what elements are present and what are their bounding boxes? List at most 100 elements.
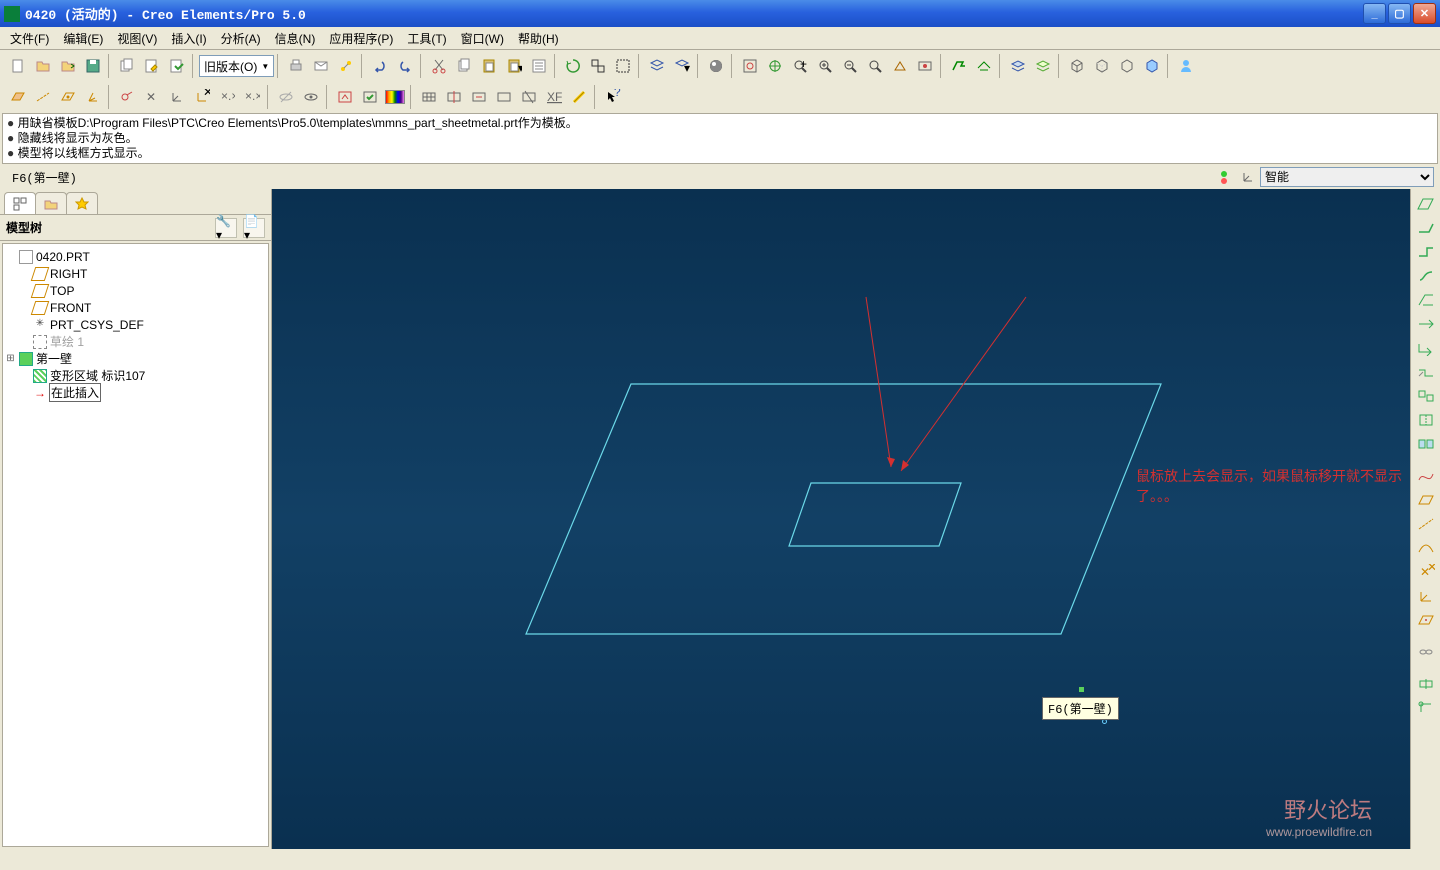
color-button[interactable] (383, 85, 407, 109)
tree-root-node[interactable]: 0420.PRT (5, 248, 266, 265)
copy-button[interactable] (452, 54, 476, 78)
menu-help[interactable]: 帮助(H) (512, 28, 565, 49)
zoom-in-button[interactable] (813, 54, 837, 78)
menu-application[interactable]: 应用程序(P) (323, 28, 399, 49)
layers-button[interactable] (645, 54, 669, 78)
hide-selected-button[interactable] (274, 85, 298, 109)
extend-wall-button[interactable] (1414, 241, 1438, 263)
show-selected-button[interactable] (299, 85, 323, 109)
refit-button[interactable]: + (788, 54, 812, 78)
datum-axis-display-button[interactable] (31, 85, 55, 109)
grid2-button[interactable] (442, 85, 466, 109)
csys-display-button[interactable] (165, 85, 189, 109)
distribute-button[interactable] (334, 54, 358, 78)
user-button[interactable] (1174, 54, 1198, 78)
help-pointer-button[interactable]: ? (601, 85, 625, 109)
menu-edit[interactable]: 编辑(E) (57, 28, 109, 49)
sheetmetal-button[interactable] (947, 54, 971, 78)
datum-plane-display-button[interactable] (6, 85, 30, 109)
zoom-fit-button[interactable] (863, 54, 887, 78)
wireframe-button[interactable] (1065, 54, 1089, 78)
tool-action-button[interactable] (165, 54, 189, 78)
print-button[interactable] (284, 54, 308, 78)
flatten-button[interactable] (1414, 361, 1438, 383)
close-button[interactable]: ✕ (1413, 3, 1436, 24)
menu-analysis[interactable]: 分析(A) (215, 28, 267, 49)
props-button[interactable] (527, 54, 551, 78)
shaded-button[interactable] (1140, 54, 1164, 78)
grid1-button[interactable] (417, 85, 441, 109)
paste-button[interactable] (477, 54, 501, 78)
rip-button[interactable] (1414, 409, 1438, 431)
grid4-button[interactable] (492, 85, 516, 109)
sketch-button[interactable] (1414, 609, 1438, 631)
tree-sketch[interactable]: 草绘 1 (5, 333, 266, 350)
unbend-button[interactable] (1414, 313, 1438, 335)
grid3-button[interactable] (467, 85, 491, 109)
tol-display-button[interactable]: ×.×° (240, 85, 264, 109)
flat-wall-button[interactable] (1414, 193, 1438, 215)
tab-model-tree[interactable] (4, 192, 36, 214)
datum-point-button[interactable]: ✕✕ (1414, 561, 1438, 583)
cut-button[interactable] (427, 54, 451, 78)
bendback-button[interactable] (1414, 337, 1438, 359)
edit-config-button[interactable] (140, 54, 164, 78)
minimize-button[interactable]: _ (1363, 3, 1386, 24)
twist-wall-button[interactable] (1414, 265, 1438, 287)
menu-window[interactable]: 窗口(W) (455, 28, 510, 49)
annot-display-button[interactable] (115, 85, 139, 109)
saved-views-button[interactable] (913, 54, 937, 78)
menu-insert[interactable]: 插入(I) (165, 28, 212, 49)
grid5-button[interactable] (517, 85, 541, 109)
conversion-button[interactable] (1414, 385, 1438, 407)
open-button[interactable] (31, 54, 55, 78)
tab-folder[interactable] (35, 192, 67, 214)
layer-display-button[interactable] (1006, 54, 1030, 78)
repaint-button[interactable] (333, 85, 357, 109)
no-hidden-button[interactable] (1115, 54, 1139, 78)
hidden-line-button[interactable] (1090, 54, 1114, 78)
tree-settings-button[interactable]: 🔧▾ (215, 218, 237, 238)
appearance-button[interactable] (704, 54, 728, 78)
layer-display2-button[interactable] (1031, 54, 1055, 78)
datum-plane-button[interactable] (1414, 489, 1438, 511)
menu-file[interactable]: 文件(F) (4, 28, 55, 49)
dim-display-button[interactable]: ×.× (215, 85, 239, 109)
datum-point-display-button[interactable] (56, 85, 80, 109)
tree-csys[interactable]: ✳PRT_CSYS_DEF (5, 316, 266, 333)
tree-datum-plane[interactable]: TOP (5, 282, 266, 299)
tree-wall-feature[interactable]: ⊞第一壁 (5, 350, 266, 367)
mail-button[interactable] (309, 54, 333, 78)
regen-button[interactable] (561, 54, 585, 78)
chain-button[interactable] (1414, 641, 1438, 663)
spin-center-button[interactable] (763, 54, 787, 78)
datum-csys-button[interactable] (1414, 585, 1438, 607)
tree-deform-feature[interactable]: 变形区域 标识107 (5, 367, 266, 384)
select-button[interactable] (611, 54, 635, 78)
tree-datum-plane[interactable]: FRONT (5, 299, 266, 316)
open-recent-button[interactable] (56, 54, 80, 78)
zoom-out-button[interactable] (838, 54, 862, 78)
maximize-button[interactable]: ▢ (1388, 3, 1411, 24)
menu-info[interactable]: 信息(N) (269, 28, 322, 49)
datum-csys-display-button[interactable] (81, 85, 105, 109)
flange-wall-button[interactable] (1414, 217, 1438, 239)
redo-button[interactable] (393, 54, 417, 78)
model-tree[interactable]: 0420.PRT RIGHT TOP FRONT ✳PRT_CSYS_DEF 草… (2, 243, 269, 847)
menu-tools[interactable]: 工具(T) (401, 28, 452, 49)
relief-button[interactable] (1414, 673, 1438, 695)
measure-button[interactable] (567, 85, 591, 109)
graphics-viewport[interactable]: F6(第一壁) 鼠标放上去会显示，如果鼠标移开就不显示了。。。 野火论坛 www… (272, 189, 1410, 849)
paste-special-button[interactable]: ▾ (502, 54, 526, 78)
pnt-display-button[interactable]: ✕ (140, 85, 164, 109)
datum-curve-button[interactable] (1414, 537, 1438, 559)
find-button[interactable] (586, 54, 610, 78)
tree-show-button[interactable]: 📄▾ (243, 218, 265, 238)
menu-view[interactable]: 视图(V) (111, 28, 163, 49)
layers-filter-button[interactable]: ▾ (670, 54, 694, 78)
tab-favorites[interactable] (66, 192, 98, 214)
version-dropdown[interactable]: 旧版本(O)▼ (199, 55, 274, 77)
view-manager-button[interactable] (738, 54, 762, 78)
tree-datum-plane[interactable]: RIGHT (5, 265, 266, 282)
merge-button[interactable] (1414, 433, 1438, 455)
